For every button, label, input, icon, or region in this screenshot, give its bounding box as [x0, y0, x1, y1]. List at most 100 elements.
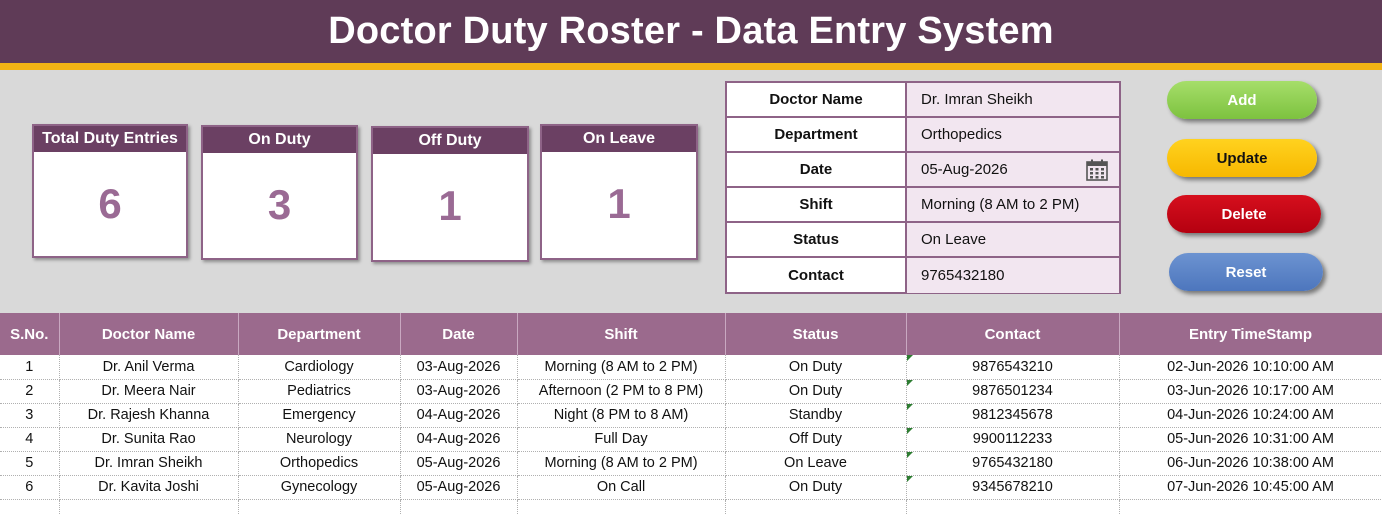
update-button[interactable]: Update — [1167, 139, 1317, 177]
cell-entry-timestamp[interactable]: 06-Jun-2026 10:38:00 AM — [1119, 451, 1382, 476]
cell-entry-timestamp[interactable]: 04-Jun-2026 10:24:00 AM — [1119, 403, 1382, 428]
cell-doctor-name[interactable]: Dr. Sunita Rao — [59, 427, 239, 452]
cell-entry-timestamp[interactable]: 05-Jun-2026 10:31:00 AM — [1119, 427, 1382, 452]
status-field[interactable]: On Leave — [907, 223, 1119, 256]
cell-doctor-name[interactable]: Dr. Meera Nair — [59, 379, 239, 404]
form-row-department: Department Orthopedics — [727, 118, 1119, 153]
cell-department[interactable]: Emergency — [238, 403, 401, 428]
roster-table-container: S.No. Doctor Name Department Date Shift … — [0, 313, 1382, 515]
shift-field[interactable]: Morning (8 AM to 2 PM) — [907, 188, 1119, 221]
cell-shift[interactable]: Morning (8 AM to 2 PM) — [517, 451, 726, 476]
cell-doctor-name[interactable]: Dr. Anil Verma — [59, 355, 239, 380]
cell-sno[interactable]: 4 — [0, 427, 60, 452]
card-title: On Leave — [542, 126, 696, 152]
department-label: Department — [727, 118, 907, 151]
date-label: Date — [727, 153, 907, 186]
contact-label: Contact — [727, 258, 907, 293]
column-header-doctor-name[interactable]: Doctor Name — [59, 313, 239, 355]
on-leave-card: On Leave 1 — [540, 124, 698, 260]
cell-department[interactable]: Pediatrics — [238, 379, 401, 404]
table-row[interactable]: 1 Dr. Anil Verma Cardiology 03-Aug-2026 … — [0, 355, 1382, 380]
calendar-icon[interactable] — [1085, 158, 1109, 182]
cell-department[interactable]: Cardiology — [238, 355, 401, 380]
cell-sno[interactable]: 1 — [0, 355, 60, 380]
cell-doctor-name[interactable]: Dr. Imran Sheikh — [59, 451, 239, 476]
table-row[interactable]: 4 Dr. Sunita Rao Neurology 04-Aug-2026 F… — [0, 427, 1382, 452]
add-button[interactable]: Add — [1167, 81, 1317, 119]
table-row[interactable]: 3 Dr. Rajesh Khanna Emergency 04-Aug-202… — [0, 403, 1382, 428]
card-value: 1 — [607, 180, 631, 227]
date-field[interactable]: 05-Aug-2026 — [907, 153, 1119, 186]
cell-date[interactable]: 05-Aug-2026 — [400, 475, 518, 500]
cell-contact[interactable]: 9812345678 — [906, 403, 1120, 428]
cell-date[interactable]: 05-Aug-2026 — [400, 451, 518, 476]
cell-shift[interactable]: Night (8 PM to 8 AM) — [517, 403, 726, 428]
column-header-department[interactable]: Department — [238, 313, 401, 355]
cell-contact[interactable]: 9765432180 — [906, 451, 1120, 476]
card-title: Total Duty Entries — [34, 126, 186, 152]
table-header-row: S.No. Doctor Name Department Date Shift … — [0, 313, 1382, 355]
shift-label: Shift — [727, 188, 907, 221]
on-duty-card: On Duty 3 — [201, 125, 358, 260]
cell-shift[interactable]: On Call — [517, 475, 726, 500]
card-value: 3 — [267, 181, 292, 228]
form-row-contact: Contact 9765432180 — [727, 258, 1119, 293]
cell-status[interactable]: On Duty — [725, 475, 907, 500]
table-row[interactable]: 6 Dr. Kavita Joshi Gynecology 05-Aug-202… — [0, 475, 1382, 500]
column-header-entry-timestamp[interactable]: Entry TimeStamp — [1119, 313, 1382, 355]
column-header-contact[interactable]: Contact — [906, 313, 1120, 355]
page-title: Doctor Duty Roster - Data Entry System — [328, 10, 1054, 52]
cell-contact[interactable]: 9876543210 — [906, 355, 1120, 380]
cell-status[interactable]: On Duty — [725, 355, 907, 380]
cell-date[interactable]: 04-Aug-2026 — [400, 403, 518, 428]
cell-status[interactable]: Off Duty — [725, 427, 907, 452]
contact-field[interactable]: 9765432180 — [907, 258, 1119, 293]
delete-button[interactable]: Delete — [1167, 195, 1321, 233]
cell-date[interactable]: 03-Aug-2026 — [400, 355, 518, 380]
cell-shift[interactable]: Afternoon (2 PM to 8 PM) — [517, 379, 726, 404]
cell-status[interactable]: On Duty — [725, 379, 907, 404]
cell-contact[interactable]: 9900112233 — [906, 427, 1120, 452]
card-title: On Duty — [203, 127, 356, 153]
column-header-status[interactable]: Status — [725, 313, 907, 355]
cell-contact[interactable]: 9345678210 — [906, 475, 1120, 500]
cell-status[interactable]: Standby — [725, 403, 907, 428]
form-row-status: Status On Leave — [727, 223, 1119, 258]
cell-status[interactable]: On Leave — [725, 451, 907, 476]
doctor-name-field[interactable]: Dr. Imran Sheikh — [907, 83, 1119, 116]
cell-sno[interactable]: 5 — [0, 451, 60, 476]
cell-shift[interactable]: Full Day — [517, 427, 726, 452]
column-header-date[interactable]: Date — [400, 313, 518, 355]
card-value: 1 — [438, 182, 462, 229]
cell-entry-timestamp[interactable]: 02-Jun-2026 10:10:00 AM — [1119, 355, 1382, 380]
cell-entry-timestamp[interactable]: 07-Jun-2026 10:45:00 AM — [1119, 475, 1382, 500]
cell-entry-timestamp[interactable]: 03-Jun-2026 10:17:00 AM — [1119, 379, 1382, 404]
total-duty-entries-card: Total Duty Entries 6 — [32, 124, 188, 258]
cell-date[interactable]: 04-Aug-2026 — [400, 427, 518, 452]
cell-sno[interactable]: 3 — [0, 403, 60, 428]
empty-table-row[interactable] — [0, 499, 1382, 515]
cell-sno[interactable]: 6 — [0, 475, 60, 500]
card-value: 6 — [98, 180, 122, 227]
form-row-date: Date 05-Aug-2026 — [727, 153, 1119, 188]
cell-department[interactable]: Gynecology — [238, 475, 401, 500]
cell-shift[interactable]: Morning (8 AM to 2 PM) — [517, 355, 726, 380]
column-header-sno[interactable]: S.No. — [0, 313, 60, 355]
cell-doctor-name[interactable]: Dr. Rajesh Khanna — [59, 403, 239, 428]
department-field[interactable]: Orthopedics — [907, 118, 1119, 151]
cell-department[interactable]: Neurology — [238, 427, 401, 452]
column-header-shift[interactable]: Shift — [517, 313, 726, 355]
doctor-name-label: Doctor Name — [727, 83, 907, 116]
table-row[interactable]: 2 Dr. Meera Nair Pediatrics 03-Aug-2026 … — [0, 379, 1382, 404]
app-header: Doctor Duty Roster - Data Entry System — [0, 0, 1382, 63]
form-row-shift: Shift Morning (8 AM to 2 PM) — [727, 188, 1119, 223]
table-row[interactable]: 5 Dr. Imran Sheikh Orthopedics 05-Aug-20… — [0, 451, 1382, 476]
reset-button[interactable]: Reset — [1169, 253, 1323, 291]
cell-department[interactable]: Orthopedics — [238, 451, 401, 476]
cell-sno[interactable]: 2 — [0, 379, 60, 404]
form-row-doctor-name: Doctor Name Dr. Imran Sheikh — [727, 83, 1119, 118]
cell-date[interactable]: 03-Aug-2026 — [400, 379, 518, 404]
cell-contact[interactable]: 9876501234 — [906, 379, 1120, 404]
cell-doctor-name[interactable]: Dr. Kavita Joshi — [59, 475, 239, 500]
data-entry-form: Doctor Name Dr. Imran Sheikh Department … — [725, 81, 1121, 294]
